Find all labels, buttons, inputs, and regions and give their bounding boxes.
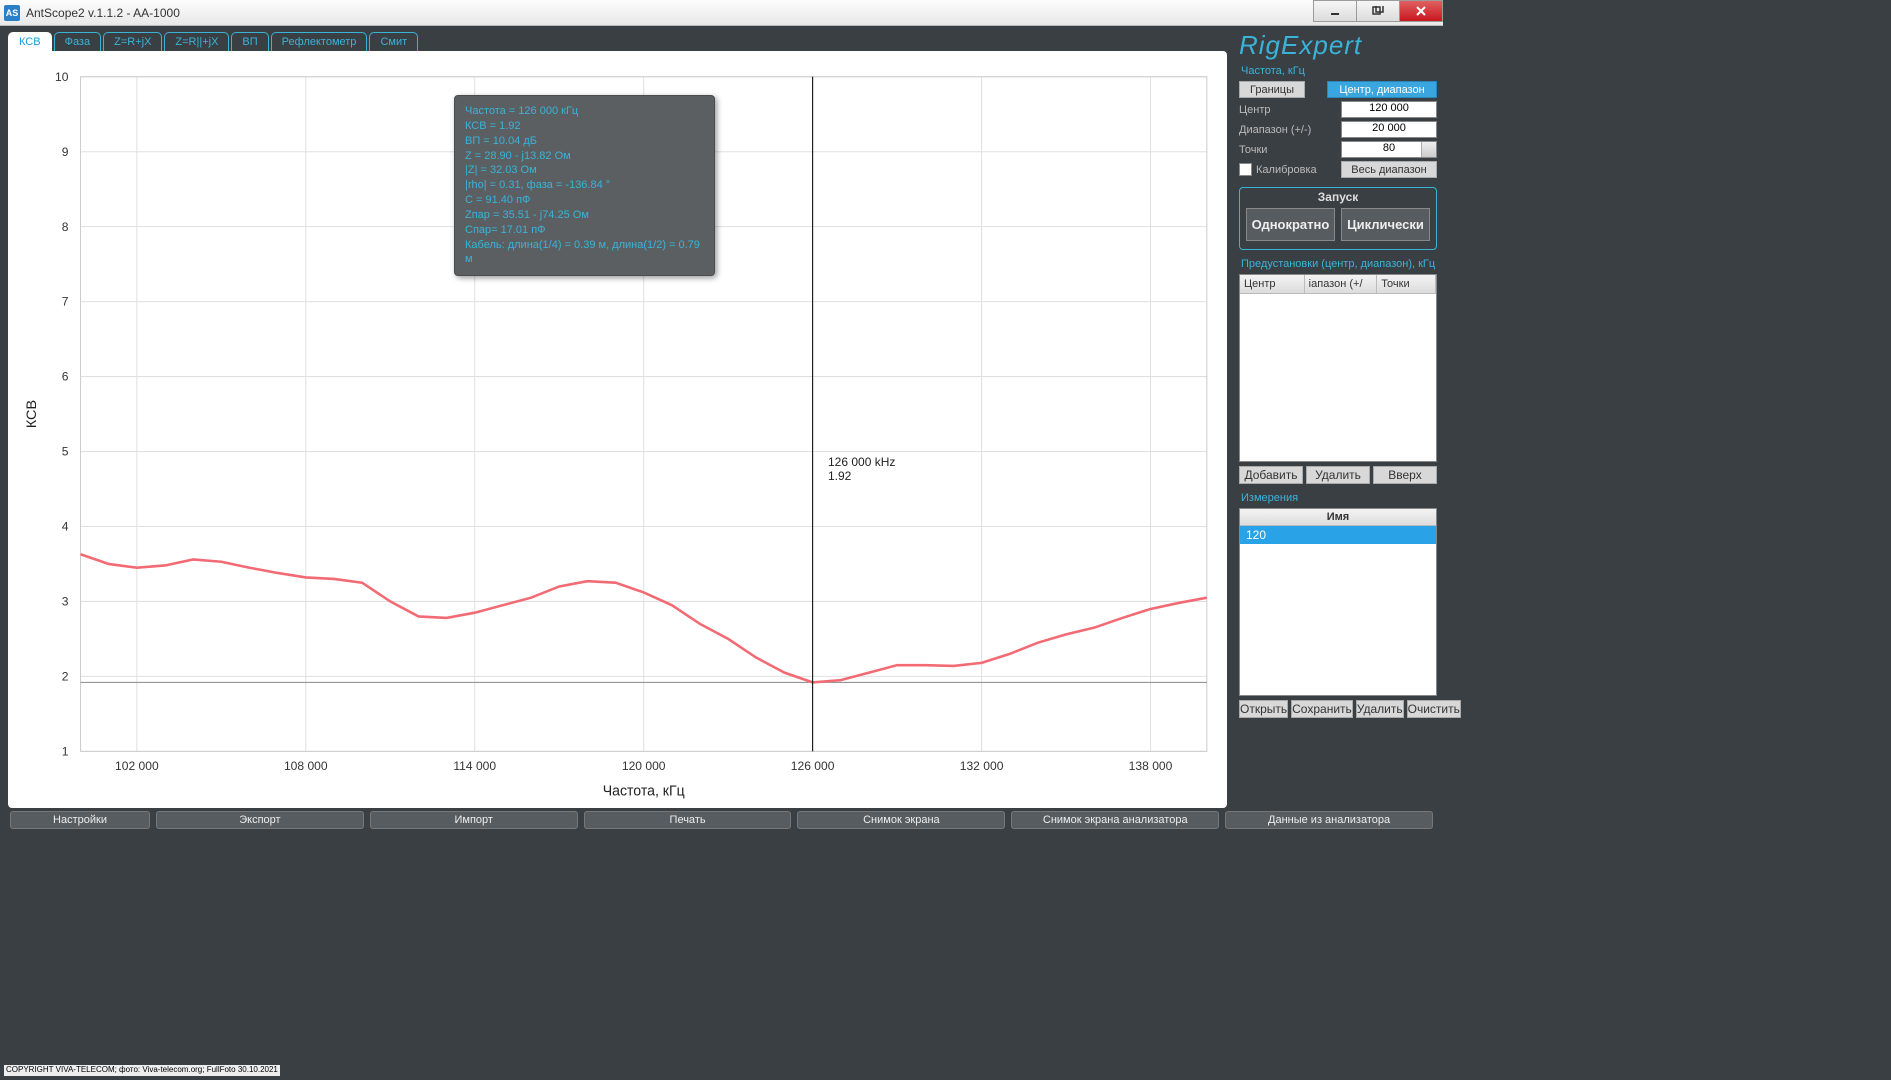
analyzer-screenshot-button[interactable]: Снимок экрана анализатора [1011,811,1219,829]
freq-section-label: Частота, кГц [1241,65,1437,77]
svg-text:114 000: 114 000 [453,759,496,773]
preset-delete-button[interactable]: Удалить [1306,466,1370,484]
launch-group: Запуск Однократно Циклически [1239,187,1437,250]
run-once-button[interactable]: Однократно [1246,208,1335,241]
screenshot-button[interactable]: Снимок экрана [797,811,1005,829]
tooltip-line: Z = 28.90 - j13.82 Ом [465,149,704,164]
import-button[interactable]: Импорт [370,811,578,829]
svg-text:КСВ: КСВ [24,400,40,428]
presets-col-center: Центр [1240,275,1305,293]
svg-text:8: 8 [62,220,69,234]
meas-clear-button[interactable]: Очистить [1407,700,1461,718]
settings-button[interactable]: Настройки [10,811,150,829]
tab-swr[interactable]: КСВ [8,32,52,51]
svg-text:132 000: 132 000 [960,759,1004,773]
calibration-label: Калибровка [1256,164,1317,176]
maximize-button[interactable] [1356,0,1400,22]
svg-text:4: 4 [62,519,69,533]
svg-text:10: 10 [55,70,69,84]
svg-text:6: 6 [62,370,69,384]
tooltip-line: Частота = 126 000 кГц [465,104,704,119]
tooltip-line: C = 91.40 пФ [465,193,704,208]
svg-text:108 000: 108 000 [284,759,328,773]
tooltip-line: КСВ = 1.92 [465,119,704,134]
range-input[interactable]: 20 000 [1341,121,1437,138]
window-title: AntScope2 v.1.1.2 - AA-1000 [26,6,180,20]
preset-add-button[interactable]: Добавить [1239,466,1303,484]
tab-bar: КСВ Фаза Z=R+jX Z=R||+jX ВП Рефлектометр… [8,32,1227,51]
presets-col-range: іапазон (+/ [1305,275,1378,293]
app-icon: AS [4,5,20,21]
tooltip-line: |rho| = 0.31, фаза = -136.84 ° [465,178,704,193]
tab-tdr[interactable]: Рефлектометр [271,32,368,51]
points-input[interactable]: 80 [1341,141,1437,158]
presets-list[interactable]: Центр іапазон (+/ Точки [1239,274,1437,462]
cursor-label: 126 000 kHz 1.92 [828,455,895,483]
svg-text:138 000: 138 000 [1129,759,1173,773]
svg-text:102 000: 102 000 [115,759,159,773]
svg-text:3: 3 [62,594,69,608]
minimize-button[interactable] [1313,0,1357,22]
limits-button[interactable]: Границы [1239,81,1305,98]
svg-text:9: 9 [62,145,69,159]
measurements-label: Измерения [1241,492,1437,504]
preset-up-button[interactable]: Вверх [1373,466,1437,484]
data-from-analyzer-button[interactable]: Данные из анализатора [1225,811,1433,829]
presets-label: Предустановки (центр, диапазон), кГц [1241,258,1437,270]
bottom-toolbar: Настройки Экспорт Импорт Печать Снимок э… [0,808,1443,832]
svg-text:126 000: 126 000 [791,759,835,773]
svg-text:7: 7 [62,295,69,309]
svg-text:1: 1 [62,744,69,758]
chart-tooltip: Частота = 126 000 кГц КСВ = 1.92 ВП = 10… [454,95,715,276]
tooltip-line: ВП = 10.04 дБ [465,134,704,149]
meas-save-button[interactable]: Сохранить [1291,700,1353,718]
tab-rl[interactable]: ВП [231,32,268,51]
print-button[interactable]: Печать [584,811,792,829]
close-button[interactable] [1399,0,1443,22]
title-bar: AS AntScope2 v.1.1.2 - AA-1000 [0,0,1443,26]
tooltip-line: |Z| = 32.03 Ом [465,163,704,178]
meas-delete-button[interactable]: Удалить [1356,700,1404,718]
tab-phase[interactable]: Фаза [54,32,102,51]
center-range-button[interactable]: Центр, диапазон [1327,81,1437,98]
tooltip-line: Zпар = 35.51 - j74.25 Ом [465,208,704,223]
rigexpert-logo: RigExpert [1239,30,1437,61]
svg-text:Частота, кГц: Частота, кГц [603,784,685,800]
cursor-freq: 126 000 kHz [828,455,895,469]
center-input[interactable]: 120 000 [1341,101,1437,118]
points-label: Точки [1239,144,1341,156]
meas-open-button[interactable]: Открыть [1239,700,1288,718]
full-range-button[interactable]: Весь диапазон [1341,161,1437,178]
svg-text:120 000: 120 000 [622,759,666,773]
tooltip-line: Кабель: длина(1/4) = 0.39 м, длина(1/2) … [465,238,704,268]
cursor-val: 1.92 [828,469,895,483]
range-label: Диапазон (+/-) [1239,124,1341,136]
calibration-checkbox[interactable] [1239,163,1252,176]
chart-area[interactable]: 102 000 108 000 114 000 120 000 126 000 132 0… [8,51,1227,808]
presets-col-points: Точки [1377,275,1436,293]
launch-title: Запуск [1240,190,1436,204]
export-button[interactable]: Экспорт [156,811,364,829]
svg-text:2: 2 [62,669,69,683]
tooltip-line: Cпар= 17.01 пФ [465,223,704,238]
measurements-col-name: Имя [1240,509,1436,526]
run-cyclic-button[interactable]: Циклически [1341,208,1430,241]
center-label: Центр [1239,104,1341,116]
measurement-item[interactable]: 120 [1240,526,1436,544]
tab-smith[interactable]: Смит [369,32,418,51]
svg-text:5: 5 [62,445,69,459]
tab-zrjx[interactable]: Z=R+jX [103,32,162,51]
tab-zparjx[interactable]: Z=R||+jX [164,32,229,51]
measurements-list[interactable]: Имя 120 [1239,508,1437,696]
watermark: COPYRIGHT VIVA-TELECOM; фото: Viva-telec… [4,1065,280,1076]
